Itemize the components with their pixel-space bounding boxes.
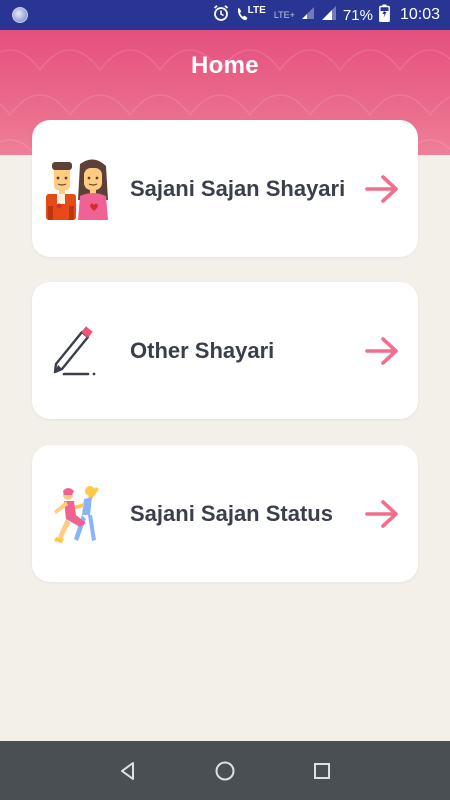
- dancing-couple-icon: [42, 479, 112, 549]
- battery-charging-icon: [379, 4, 390, 26]
- card-other-shayari[interactable]: Other Shayari: [32, 282, 418, 419]
- home-icon[interactable]: [205, 751, 245, 791]
- page-title: Home: [191, 52, 259, 79]
- navigation-bar: [0, 741, 450, 800]
- card-sajani-sajan-shayari[interactable]: Sajani Sajan Shayari: [32, 120, 418, 257]
- arrow-right-icon[interactable]: [362, 171, 402, 207]
- card-label: Other Shayari: [130, 337, 275, 363]
- back-icon[interactable]: [108, 751, 148, 791]
- alarm-icon: [212, 4, 230, 26]
- signal-weak-icon: [301, 6, 315, 24]
- arrow-right-icon[interactable]: [362, 496, 402, 532]
- network-type-label: LTE: [247, 5, 266, 16]
- card-sajani-sajan-status[interactable]: Sajani Sajan Status: [32, 445, 418, 582]
- phone-lte-icon: LTE: [236, 5, 266, 23]
- arrow-right-icon[interactable]: [362, 333, 402, 369]
- screen: LTE LTE+ 71% 10:03 Home Sajani Sajan Sha…: [0, 0, 450, 800]
- pencil-writing-icon: [42, 316, 112, 386]
- card-label: Sajani Sajan Shayari: [130, 175, 346, 201]
- battery-percentage: 71%: [342, 6, 373, 24]
- couple-icon: [42, 154, 112, 224]
- status-bar: LTE LTE+ 71% 10:03: [0, 0, 450, 30]
- recents-icon[interactable]: [302, 751, 342, 791]
- signal-icon: [321, 5, 337, 25]
- clock: 10:03: [399, 6, 440, 23]
- notification-icon: [12, 7, 28, 23]
- card-label: Sajani Sajan Status: [130, 500, 333, 526]
- secondary-network-label: LTE+: [273, 10, 295, 20]
